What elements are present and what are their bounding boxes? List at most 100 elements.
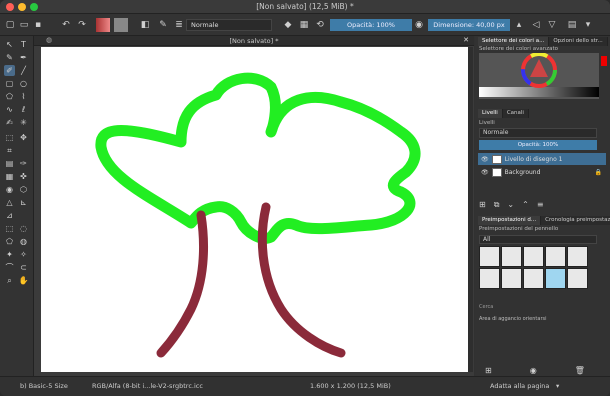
- edit-brush-settings-icon[interactable]: ≣: [174, 18, 184, 32]
- tab-advanced-color-selector[interactable]: Selettore dei colori a...: [478, 37, 550, 46]
- preset-tile[interactable]: [479, 268, 500, 289]
- assistant-tool-icon[interactable]: △: [4, 197, 15, 208]
- title-bar: [Non salvato] (12,5 MiB) *: [0, 0, 610, 14]
- fill-tool-icon[interactable]: ◉: [4, 184, 15, 195]
- redo-icon[interactable]: ↷: [76, 18, 88, 32]
- brush-size-slider[interactable]: Dimensione: 40,00 px: [428, 19, 510, 31]
- contiguous-select-icon[interactable]: ✦: [4, 249, 15, 260]
- preset-search[interactable]: Cerca: [479, 304, 493, 310]
- layer-row-drawing[interactable]: 👁 Livello di disegno 1: [478, 153, 606, 165]
- wrap-around-icon[interactable]: ⟲: [314, 18, 326, 32]
- preset-tile[interactable]: [567, 268, 588, 289]
- tab-layers[interactable]: Livelli: [478, 109, 503, 118]
- gradient-tool-icon[interactable]: ▤: [4, 158, 15, 169]
- lock-icon[interactable]: 🔒: [595, 169, 602, 176]
- preset-tile[interactable]: [523, 268, 544, 289]
- close-document-icon[interactable]: ✕: [463, 36, 469, 44]
- visibility-eye-icon[interactable]: 👁: [481, 169, 489, 176]
- document-tab[interactable]: ◍ [Non salvato] * ✕: [34, 36, 474, 46]
- color-selector-area[interactable]: [479, 52, 599, 99]
- magnetic-select-icon[interactable]: ⊂: [18, 262, 29, 273]
- multibrush-icon[interactable]: ✳: [18, 117, 29, 128]
- bezier-select-icon[interactable]: ⌒: [4, 262, 15, 273]
- preset-tile-selected[interactable]: [545, 268, 566, 289]
- workspace-icon[interactable]: ▤: [566, 18, 578, 32]
- pattern-swatch[interactable]: [114, 18, 128, 32]
- colorize-mask-icon[interactable]: ▦: [4, 171, 15, 182]
- foreground-color-swatch[interactable]: [601, 56, 607, 66]
- freehand-brush-icon[interactable]: ✐: [4, 65, 15, 76]
- line-tool-icon[interactable]: ╱: [18, 65, 29, 76]
- select-shapes-icon[interactable]: ↖: [4, 39, 15, 50]
- move-up-icon[interactable]: ⌃: [522, 200, 529, 210]
- pan-tool-icon[interactable]: ✋: [18, 275, 29, 286]
- rectangle-tool-icon[interactable]: ▢: [4, 78, 15, 89]
- ellipse-select-icon[interactable]: ◌: [18, 223, 29, 234]
- calligraphy-icon[interactable]: ✒: [18, 52, 29, 63]
- enclose-fill-icon[interactable]: ⬡: [18, 184, 29, 195]
- move-tool-icon[interactable]: ✥: [18, 132, 29, 143]
- freehand-path-icon[interactable]: ℓ: [18, 104, 29, 115]
- gradient-swatch[interactable]: [96, 18, 110, 32]
- mirror-vertical-icon[interactable]: ▽: [546, 18, 558, 32]
- layer-menu-icon[interactable]: ≡: [537, 200, 544, 210]
- dynamic-brush-icon[interactable]: ✍: [4, 117, 15, 128]
- smart-patch-icon[interactable]: ✜: [18, 171, 29, 182]
- duplicate-layer-icon[interactable]: ⧉: [494, 200, 500, 210]
- measure-tool-icon[interactable]: ⊾: [18, 197, 29, 208]
- size-reset-icon[interactable]: ▴: [514, 18, 524, 32]
- tab-preset-history[interactable]: Cronologia preimpostazioni de...: [541, 216, 610, 225]
- preset-tile[interactable]: [501, 268, 522, 289]
- layer-blend-select[interactable]: Normale: [479, 128, 597, 138]
- preserve-alpha-icon[interactable]: ▦: [298, 18, 310, 32]
- color-picker-icon[interactable]: ✑: [18, 158, 29, 169]
- layer-opacity-slider[interactable]: Opacità: 100%: [479, 140, 597, 150]
- color-swap-icon[interactable]: ◧: [138, 18, 152, 32]
- workspace-chooser-icon[interactable]: ▾: [582, 18, 594, 32]
- add-icon[interactable]: ⊞: [485, 366, 492, 375]
- mirror-horizontal-icon[interactable]: ◁: [530, 18, 542, 32]
- preset-filter-select[interactable]: All: [479, 235, 597, 244]
- similar-select-icon[interactable]: ✧: [18, 249, 29, 260]
- preset-tile[interactable]: [523, 246, 544, 267]
- transform-tool-icon[interactable]: ⬚: [4, 132, 15, 143]
- zoom-dropdown-icon[interactable]: ▾: [556, 382, 559, 390]
- snapshot-icon[interactable]: ◉: [530, 366, 537, 375]
- freehand-select-icon[interactable]: ◍: [18, 236, 29, 247]
- text-tool-icon[interactable]: T: [18, 39, 29, 50]
- edit-shapes-icon[interactable]: ✎: [4, 52, 15, 63]
- brush-preset-icon[interactable]: ✎: [156, 18, 170, 32]
- ellipse-tool-icon[interactable]: ○: [18, 78, 29, 89]
- move-down-icon[interactable]: ⌄: [507, 200, 514, 210]
- blend-mode-select[interactable]: Normale: [186, 19, 272, 31]
- crop-tool-icon[interactable]: ⌗: [4, 145, 15, 156]
- add-layer-icon[interactable]: ⊞: [479, 200, 486, 210]
- polyline-tool-icon[interactable]: ⌇: [18, 91, 29, 102]
- preset-tile[interactable]: [545, 246, 566, 267]
- delete-icon[interactable]: 🗑: [575, 366, 585, 375]
- polygon-select-icon[interactable]: ⬠: [4, 236, 15, 247]
- layer-row-background[interactable]: 👁 Background 🔒: [478, 166, 606, 178]
- rect-select-icon[interactable]: ⬚: [4, 223, 15, 234]
- preset-tile[interactable]: [479, 246, 500, 267]
- drawing-canvas[interactable]: [41, 47, 468, 372]
- tab-tool-options[interactable]: Opzioni dello str...: [549, 37, 608, 46]
- opacity-reset-icon[interactable]: ◉: [414, 18, 424, 32]
- save-icon[interactable]: ▪: [32, 18, 44, 32]
- tab-brush-presets[interactable]: Preimpostazioni d...: [478, 216, 542, 225]
- eraser-icon[interactable]: ◆: [282, 18, 294, 32]
- polygon-tool-icon[interactable]: ⬠: [4, 91, 15, 102]
- open-folder-icon[interactable]: ▭: [18, 18, 30, 32]
- canvas-scrollbar[interactable]: [468, 47, 473, 372]
- reference-tool-icon[interactable]: ⊿: [4, 210, 15, 221]
- fit-to-page-button[interactable]: Adatta alla pagina: [490, 382, 549, 390]
- preset-tile[interactable]: [501, 246, 522, 267]
- visibility-eye-icon[interactable]: 👁: [481, 156, 489, 163]
- new-document-icon[interactable]: ▢: [4, 18, 16, 32]
- opacity-slider[interactable]: Opacità: 100%: [330, 19, 412, 31]
- undo-icon[interactable]: ↶: [60, 18, 72, 32]
- zoom-tool-icon[interactable]: ⌕: [4, 275, 15, 286]
- preset-tile[interactable]: [567, 246, 588, 267]
- bezier-tool-icon[interactable]: ∿: [4, 104, 15, 115]
- tab-channels[interactable]: Canali: [502, 109, 529, 118]
